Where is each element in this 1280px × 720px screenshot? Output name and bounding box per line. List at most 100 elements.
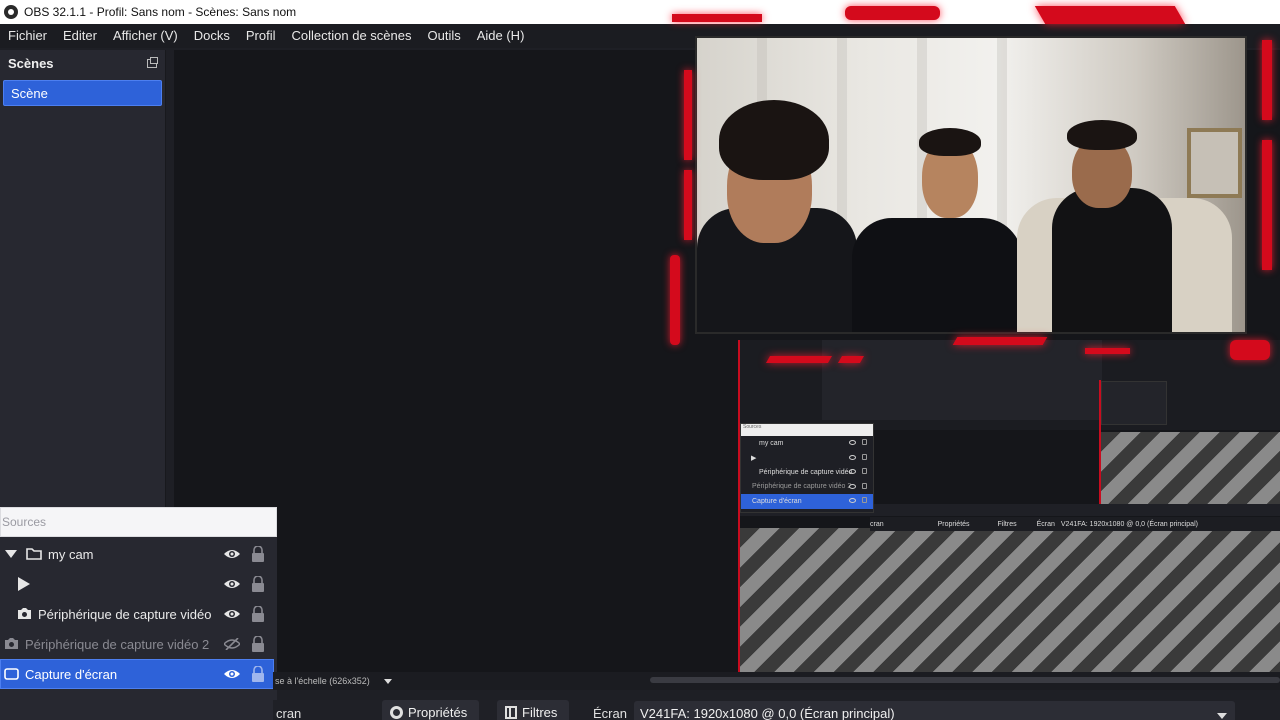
play-icon [18,577,30,591]
display-label: Écran [593,706,627,720]
nested-source-label: Périphérique de capture vidéo [759,468,853,476]
display-select[interactable]: V241FA: 1920x1080 @ 0,0 (Écran principal… [634,701,1235,720]
source-label: Périphérique de capture vidéo [38,606,212,622]
lock-icon[interactable] [251,546,265,562]
overlay-frame-bottom-dash-1 [765,356,833,363]
nested-source-row: ▶ [741,451,873,466]
scenes-dock: Scènes Scène [0,50,166,508]
nested-eye-icon [849,454,856,460]
menu-collection-scenes[interactable]: Collection de scènes [284,24,420,48]
obs-window: OBS 32.1.1 - Profil: Sans nom - Scènes: … [0,0,1280,720]
menu-editer[interactable]: Editer [55,24,105,48]
filter-icon [505,705,517,719]
source-label: my cam [48,546,94,562]
overlay-frame-bottom-dash-2 [837,356,865,363]
scenes-dock-header: Scènes [0,50,165,76]
nested-toolbar-properties: Propriétés [937,520,970,528]
nested-lock-icon [862,468,867,474]
undock-icon[interactable] [147,56,158,68]
filters-label: Filtres [522,704,558,720]
lock-icon[interactable] [251,606,265,622]
nested-toolbar-value: V241FA: 1920x1080 @ 0,0 (Écran principal… [1060,520,1198,528]
obs-logo-icon [4,5,18,19]
nested-eye-hidden-icon [849,483,856,489]
menu-fichier[interactable]: Fichier [0,24,55,48]
overlay-frame-right-lower [1262,140,1272,270]
overlay-frame-right [1262,40,1272,120]
source-row-camera[interactable]: Périphérique de capture vidéo [0,599,277,629]
camera-icon [18,608,31,619]
source-row-media[interactable] [0,569,277,599]
nested-source-row: Périphérique de capture vidéo [741,465,873,480]
nested-eye-icon [849,469,856,474]
no-signal-pattern [740,528,1280,672]
nested-lock-icon [862,453,867,460]
overlay-frame-bottom-right-2 [1085,348,1130,354]
chevron-down-icon[interactable] [383,678,392,684]
lock-icon[interactable] [251,666,265,682]
filters-button[interactable]: Filtres [497,700,570,720]
nested-source-row: Périphérique de capture vidéo 2 [741,480,873,495]
menu-aide[interactable]: Aide (H) [469,24,533,48]
nested-eye-icon [849,440,856,445]
gear-icon [390,705,403,719]
mirror-frame [1187,128,1242,198]
nested-source-row: Capture d'écran [741,494,873,509]
overlay-frame-top-center [845,6,940,20]
window-title: OBS 32.1.1 - Profil: Sans nom - Scènes: … [24,5,297,19]
source-label: Capture d'écran [25,666,118,682]
overlay-frame-bottom-right [952,337,1048,345]
nested-eye-icon [849,498,856,503]
overlay-frame-left [684,70,692,160]
toolbar-cut-label: cran [276,706,302,720]
person-left-hair [719,100,829,180]
webcam-feed [695,36,1247,334]
person-middle-hair [919,128,981,156]
scenes-dock-title: Scènes [8,55,54,71]
nested-lock-icon [862,439,867,445]
eye-icon[interactable] [224,668,240,680]
folder-icon [26,548,42,560]
nested-play-icon: ▶ [751,454,757,462]
nested-sources-window: Sources my cam ▶ Périphérique de capture… [740,423,874,513]
camera-icon [5,638,18,649]
nested-sources-window-small [1101,381,1167,425]
overlay-frame-top [672,14,762,22]
nested-toolbar: cran Propriétés Filtres Écran V241FA: 19… [870,517,1280,531]
sources-dock-header: Sources [0,507,277,537]
menu-docks[interactable]: Docks [186,24,238,48]
chevron-down-icon [1217,713,1227,719]
expand-arrow-icon[interactable] [5,550,17,558]
overlay-frame-top-right [1034,6,1186,24]
source-row-my-cam[interactable]: my cam [0,539,277,569]
menu-profil[interactable]: Profil [238,24,284,48]
source-row-camera-2[interactable]: Périphérique de capture vidéo 2 [0,629,277,659]
properties-label: Propriétés [408,704,468,720]
eye-hidden-icon[interactable] [224,638,240,650]
preview-scale-label: se à l'échelle (626x352) [275,676,370,686]
lock-icon[interactable] [251,636,265,652]
sources-dock: Sources my cam Périphérique de capture v… [0,507,277,720]
nested-capture-panel [822,340,1102,420]
horizontal-scrollbar[interactable] [650,677,1280,683]
source-toolbar: cran Propriétés Filtres Écran V241FA: 19… [273,700,1280,720]
nested-sources-header: Sources [741,424,873,436]
nested-lock-icon [862,482,867,489]
lock-icon[interactable] [251,576,265,592]
display-select-value: V241FA: 1920x1080 @ 0,0 (Écran principal… [640,706,895,720]
menu-afficher[interactable]: Afficher (V) [105,24,186,48]
nested-lock-icon [862,497,867,503]
nested-source-row: my cam [741,436,873,451]
nested-toolbar-filters: Filtres [997,520,1017,528]
person-right-hair [1067,120,1137,150]
properties-button[interactable]: Propriétés [382,700,480,720]
nested-toolbar-cut: cran [870,520,884,528]
person-middle-body [852,218,1022,332]
eye-icon[interactable] [224,578,240,590]
eye-icon[interactable] [224,548,240,560]
eye-icon[interactable] [224,608,240,620]
scene-item[interactable]: Scène [3,80,162,106]
source-row-screen-capture[interactable]: Capture d'écran [0,659,274,689]
menu-outils[interactable]: Outils [419,24,468,48]
nested-source-label: my cam [759,439,784,447]
